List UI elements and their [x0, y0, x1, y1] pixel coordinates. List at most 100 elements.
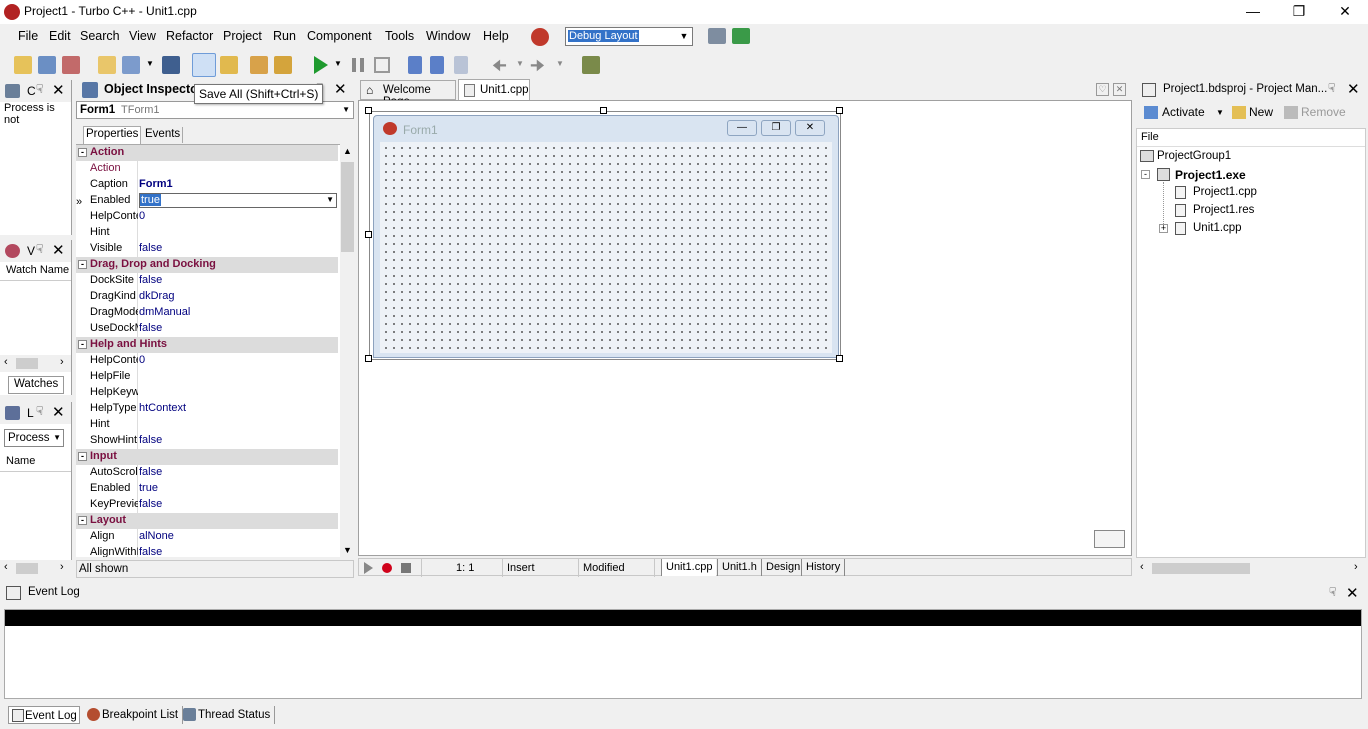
property-row[interactable]: KeyPreviewfalse	[76, 497, 338, 513]
add-to-project-icon[interactable]	[274, 56, 292, 74]
property-value[interactable]: dkDrag	[139, 290, 337, 302]
menu-project[interactable]: Project	[223, 29, 262, 43]
property-value[interactable]: false	[139, 274, 337, 286]
property-category[interactable]: - Input	[76, 449, 338, 465]
menu-window[interactable]: Window	[426, 29, 470, 43]
menu-edit[interactable]: Edit	[49, 29, 71, 43]
watch-name-header[interactable]: Watch Name	[0, 264, 71, 281]
close-icon[interactable]: ✕	[1346, 584, 1359, 602]
left-hscrollbar[interactable]: ‹ ›	[0, 560, 72, 577]
menu-help[interactable]: Help	[483, 29, 509, 43]
property-value[interactable]: false	[139, 434, 337, 446]
property-row[interactable]: HelpFile	[76, 369, 338, 385]
collapse-icon[interactable]: -	[78, 340, 87, 349]
property-value[interactable]: htContext	[139, 402, 337, 414]
name-column-header[interactable]: Name	[0, 455, 71, 472]
open-project-icon[interactable]	[62, 56, 80, 74]
close-icon[interactable]: ✕	[52, 81, 65, 99]
property-value[interactable]: false	[139, 242, 337, 254]
property-value[interactable]: 0	[139, 354, 337, 366]
form-close-icon[interactable]: ✕	[795, 120, 825, 136]
pin-icon[interactable]: ☟	[36, 242, 43, 256]
chevron-down-icon[interactable]: ▼	[1216, 108, 1224, 117]
remove-file-icon[interactable]	[250, 56, 268, 74]
forward-arrow-icon[interactable]: 🠊	[530, 55, 545, 82]
close-icon[interactable]: ✕	[1322, 0, 1368, 24]
menu-file[interactable]: File	[18, 29, 38, 43]
open-folder-icon[interactable]	[220, 56, 238, 74]
chevron-down-icon[interactable]: ▼	[342, 105, 350, 114]
chevron-down-icon[interactable]: ▼	[326, 195, 334, 204]
menu-tools[interactable]: Tools	[385, 29, 414, 43]
add-file-icon[interactable]	[98, 56, 116, 74]
open-icon[interactable]	[38, 56, 56, 74]
property-row[interactable]: Hint	[76, 417, 338, 433]
run-icon[interactable]	[314, 56, 328, 74]
resize-handle[interactable]	[365, 355, 372, 362]
property-value[interactable]: true	[139, 482, 337, 494]
collapse-icon[interactable]: -	[78, 452, 87, 461]
remove-button[interactable]: Remove	[1284, 105, 1346, 123]
close-icon[interactable]: ✕	[52, 403, 65, 421]
chevron-down-icon[interactable]: ▼	[53, 433, 61, 442]
property-row[interactable]: Enabled true	[76, 481, 338, 497]
property-row[interactable]: HelpType htContext	[76, 401, 338, 417]
property-row[interactable]: Hint	[76, 225, 338, 241]
back-arrow-icon[interactable]: 🠈	[492, 55, 507, 82]
tab-properties[interactable]: Properties	[83, 126, 142, 144]
close-icon[interactable]: ✕	[1347, 80, 1360, 98]
run-to-cursor-icon[interactable]	[454, 56, 468, 74]
save-icon[interactable]	[162, 56, 180, 74]
stop-icon[interactable]	[374, 57, 390, 73]
chevron-down-icon[interactable]: ▼	[556, 59, 564, 68]
property-category[interactable]: - Help and Hints	[76, 337, 338, 353]
menu-component[interactable]: Component	[307, 29, 372, 43]
trace-into-icon[interactable]	[408, 56, 422, 74]
activate-button[interactable]: Activate	[1144, 105, 1205, 123]
close-tab-icon[interactable]: ✕	[1113, 83, 1126, 96]
event-log-selected-row[interactable]	[5, 610, 1361, 626]
stop-macro-icon[interactable]	[401, 563, 411, 573]
watch-hscrollbar[interactable]: ‹ ›	[0, 355, 71, 372]
tab-thread-status[interactable]: Thread Status	[182, 706, 276, 724]
play-macro-icon[interactable]	[364, 562, 373, 574]
property-value[interactable]: false	[139, 498, 337, 510]
expand-icon[interactable]: +	[1159, 224, 1168, 233]
tab-unit1-cpp[interactable]: Unit1.cpp	[458, 79, 530, 101]
property-row[interactable]: Caption Form1	[76, 177, 338, 193]
property-row[interactable]: Enabled true ▼	[76, 193, 338, 209]
menu-refactor[interactable]: Refactor	[166, 29, 213, 43]
new-items-icon[interactable]	[14, 56, 32, 74]
tab-events[interactable]: Events	[143, 127, 184, 143]
property-row[interactable]: Align alNone	[76, 529, 338, 545]
watches-tab[interactable]: Watches	[8, 376, 65, 394]
restore-icon[interactable]: ❐	[1276, 0, 1322, 24]
chevron-down-icon[interactable]: ▼	[334, 59, 342, 68]
layout-combo[interactable]: Debug Layout ▼	[565, 27, 693, 46]
collapse-icon[interactable]: -	[1141, 170, 1150, 179]
file-column-header[interactable]: File	[1137, 131, 1365, 147]
help-book-icon[interactable]	[582, 56, 600, 74]
property-row[interactable]: DragKind dkDrag	[76, 289, 338, 305]
property-value[interactable]: alNone	[139, 530, 337, 542]
chevron-down-icon[interactable]: ▼	[677, 29, 691, 44]
helmet-icon[interactable]	[531, 28, 549, 46]
resize-handle[interactable]	[836, 107, 843, 114]
form-minimize-icon[interactable]: —	[727, 120, 757, 136]
form-window[interactable]: Form1 — ❐ ✕	[373, 115, 839, 358]
pin-icon[interactable]: ☟	[1328, 81, 1335, 95]
resize-handle[interactable]	[365, 107, 372, 114]
project-hscrollbar[interactable]: ‹ ›	[1136, 560, 1366, 577]
property-row[interactable]: DragMode dmManual	[76, 305, 338, 321]
set-debug-desktop-icon[interactable]	[732, 28, 750, 44]
property-category[interactable]: - Drag, Drop and Docking	[76, 257, 338, 273]
property-category[interactable]: - Layout	[76, 513, 338, 529]
property-grid-scrollbar[interactable]: ▲ ▼	[340, 144, 355, 557]
property-value[interactable]: 0	[139, 210, 337, 222]
property-row[interactable]: Visible false	[76, 241, 338, 257]
property-value[interactable]: false	[139, 466, 337, 478]
property-row[interactable]: HelpKeyword	[76, 385, 338, 401]
close-icon[interactable]: ✕	[52, 241, 65, 259]
pause-icon[interactable]	[352, 58, 364, 72]
form-maximize-icon[interactable]: ❐	[761, 120, 791, 136]
